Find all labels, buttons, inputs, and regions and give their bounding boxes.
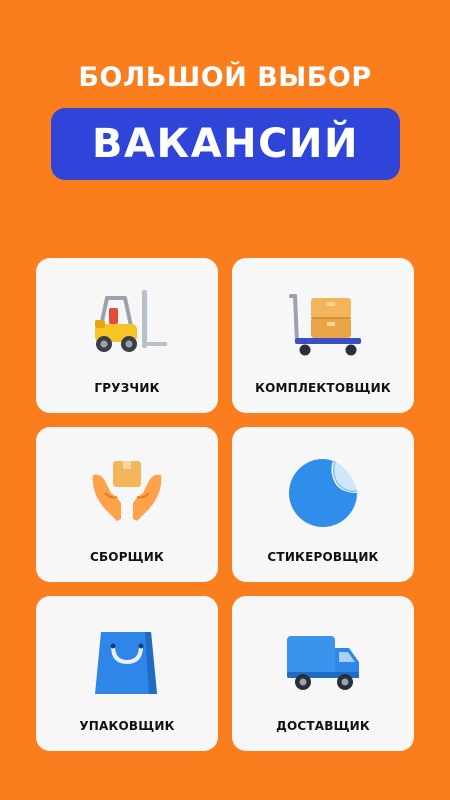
job-label: ДОСТАВЩИК [276, 719, 370, 733]
job-card-assembler[interactable]: СБОРЩИК [36, 427, 218, 582]
job-label: СБОРЩИК [89, 550, 165, 564]
shopping-bag-icon [95, 632, 157, 694]
highlight-banner: ВАКАНСИЙ [51, 108, 400, 180]
job-label: КОМПЛЕКТОВЩИК [255, 381, 391, 395]
headline: БОЛЬШОЙ ВЫБОР [78, 62, 372, 93]
highlight-text: ВАКАНСИЙ [92, 121, 359, 167]
job-label: ГРУЗЧИК [94, 381, 160, 395]
hands-holding-box-icon [92, 461, 162, 521]
job-card-packer[interactable]: УПАКОВЩИК [36, 596, 218, 751]
job-card-picker[interactable]: КОМПЛЕКТОВЩИК [232, 258, 414, 413]
delivery-truck-icon [287, 636, 359, 690]
job-card-labeler[interactable]: СТИКЕРОВЩИК [232, 427, 414, 582]
job-card-loader[interactable]: ГРУЗЧИК [36, 258, 218, 413]
cart-with-boxes-icon [289, 294, 361, 356]
forklift-icon [95, 290, 167, 352]
job-label: СТИКЕРОВЩИК [267, 550, 379, 564]
job-label: УПАКОВЩИК [79, 719, 175, 733]
sticker-icon [289, 459, 358, 527]
job-card-courier[interactable]: ДОСТАВЩИК [232, 596, 414, 751]
